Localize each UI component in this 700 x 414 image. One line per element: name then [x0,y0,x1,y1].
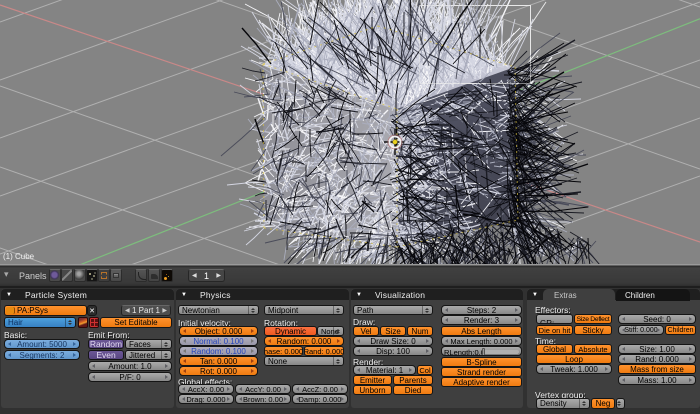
svg-text:(1) Cube: (1) Cube [3,252,35,261]
